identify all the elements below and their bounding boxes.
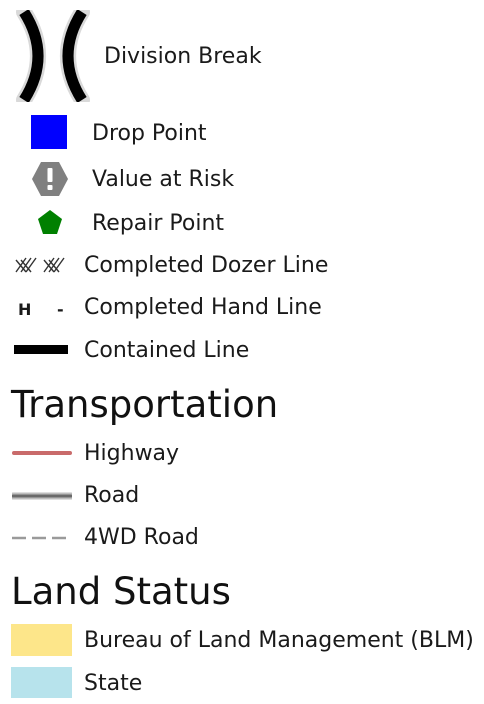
legend-item-road: Road — [0, 476, 484, 516]
blue-square-icon — [31, 115, 67, 149]
legend-item-division-break: Division Break — [0, 0, 484, 110]
legend-label: Contained Line — [84, 338, 250, 363]
legend-label: Highway — [84, 441, 180, 466]
legend-item-value-at-risk: Value at Risk — [0, 160, 484, 200]
legend-item-highway: Highway — [0, 434, 484, 474]
road-line-icon — [12, 492, 72, 500]
legend-item-blm: Bureau of Land Management (BLM) — [0, 621, 484, 661]
legend-item-4wd-road: 4WD Road — [0, 518, 484, 558]
division-break-icon — [10, 10, 96, 102]
section-heading-land-status: Land Status — [11, 570, 231, 613]
legend-label: Completed Dozer Line — [84, 253, 329, 278]
legend-label: Road — [84, 483, 140, 508]
legend-item-completed-dozer-line: Completed Dozer Line — [0, 246, 484, 286]
legend-label: Repair Point — [92, 211, 225, 236]
exclamation-octagon-icon — [31, 161, 69, 197]
green-pentagon-icon — [37, 209, 63, 235]
hand-line-icon: H - — [18, 300, 74, 319]
map-legend: Division Break Drop Point Value at Risk … — [0, 0, 484, 701]
legend-label: Value at Risk — [92, 167, 235, 192]
legend-label: 4WD Road — [84, 525, 199, 550]
dozer-line-icon — [14, 254, 70, 276]
highway-line-icon — [12, 451, 72, 455]
legend-item-drop-point: Drop Point — [0, 112, 484, 152]
legend-label: Drop Point — [92, 121, 207, 146]
legend-item-repair-point: Repair Point — [0, 204, 484, 244]
legend-label: State — [84, 671, 143, 696]
blm-swatch-icon — [11, 624, 72, 656]
legend-label: Completed Hand Line — [84, 295, 322, 320]
legend-label: Division Break — [104, 44, 262, 69]
legend-item-state: State — [0, 664, 484, 704]
legend-item-completed-hand-line: H - Completed Hand Line — [0, 288, 484, 328]
state-swatch-icon — [11, 667, 72, 698]
thick-line-icon — [14, 345, 68, 354]
legend-label: Bureau of Land Management (BLM) — [84, 628, 474, 653]
section-heading-transportation: Transportation — [11, 383, 279, 426]
dashed-road-icon — [12, 536, 72, 540]
legend-item-contained-line: Contained Line — [0, 330, 484, 370]
